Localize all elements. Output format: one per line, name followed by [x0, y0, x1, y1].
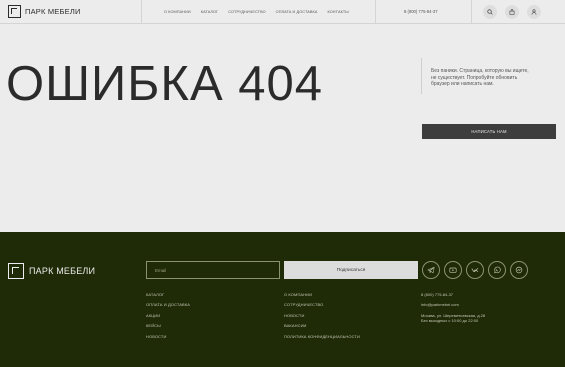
header-divider [375, 0, 376, 24]
error-message: Без паники. Страница, которую вы ищете, … [431, 68, 529, 87]
messenger-link[interactable] [510, 261, 528, 279]
write-us-button[interactable]: НАПИСАТЬ НАМ [422, 124, 556, 139]
telegram-icon [427, 266, 435, 274]
footer-link-payment[interactable]: ОПЛАТА И ДОСТАВКА [146, 302, 190, 307]
email-input[interactable] [146, 261, 280, 279]
footer-link-about[interactable]: О КОМПАНИИ [284, 292, 360, 297]
message-divider [421, 58, 422, 94]
footer-logo[interactable]: ПАРК МЕБЕЛИ [8, 263, 95, 279]
telegram-link[interactable] [422, 261, 440, 279]
footer-link-promotions[interactable]: АКЦИИ [146, 313, 190, 318]
whatsapp-icon [494, 266, 501, 274]
logo[interactable]: ПАРК МЕБЕЛИ [8, 5, 81, 18]
footer-phone[interactable]: 8 (800) 775-84-37 [421, 292, 485, 297]
footer-link-news[interactable]: НОВОСТИ [146, 334, 190, 339]
footer-link-privacy[interactable]: ПОЛИТИКА КОНФИДЕНЦИАЛЬНОСТИ [284, 334, 360, 339]
footer-logo-text: ПАРК МЕБЕЛИ [29, 266, 96, 276]
logo-mark-icon [8, 5, 21, 18]
header-phone[interactable]: 8 (800) 775-84-37 [404, 9, 438, 14]
vk-link[interactable] [466, 261, 484, 279]
logo-text: ПАРК МЕБЕЛИ [25, 7, 81, 16]
youtube-icon [449, 267, 457, 273]
main-nav: О КОМПАНИИ КАТАЛОГ СОТРУДНИЧЕСТВО ОПЛАТА… [164, 0, 349, 24]
footer-contacts: 8 (800) 775-84-37 info@parkmebel.com Мос… [421, 292, 485, 323]
cart-button[interactable] [505, 5, 519, 19]
footer-link-catalog[interactable]: КАТАЛОГ [146, 292, 190, 297]
search-icon [487, 9, 493, 15]
error-title: ОШИБКА 404 [6, 57, 323, 111]
header-divider [471, 0, 472, 24]
footer-links-catalog: КАТАЛОГ ОПЛАТА И ДОСТАВКА АКЦИИ КЕЙСЫ НО… [146, 292, 190, 339]
footer-link-cases[interactable]: КЕЙСЫ [146, 323, 190, 328]
whatsapp-link[interactable] [488, 261, 506, 279]
header-divider [141, 0, 142, 24]
nav-item-catalog[interactable]: КАТАЛОГ [201, 10, 218, 14]
footer-link-cooperation[interactable]: СОТРУДНИЧЕСТВО [284, 302, 360, 307]
nav-item-contacts[interactable]: КОНТАКТЫ [327, 10, 348, 14]
site-header: ПАРК МЕБЕЛИ О КОМПАНИИ КАТАЛОГ СОТРУДНИЧ… [0, 0, 565, 24]
footer-hours: Без выходных с 10:00 до 22:00 [421, 317, 479, 323]
messenger-icon [515, 266, 523, 274]
youtube-link[interactable] [444, 261, 462, 279]
footer-link-vacancies[interactable]: ВАКАНСИИ [284, 323, 360, 328]
site-footer: ПАРК МЕБЕЛИ Подписаться КАТАЛОГ ОПЛАТА И… [0, 232, 565, 367]
nav-item-cooperation[interactable]: СОТРУДНИЧЕСТВО [228, 10, 265, 14]
search-button[interactable] [483, 5, 497, 19]
nav-item-payment[interactable]: ОПЛАТА И ДОСТАВКА [276, 10, 318, 14]
nav-item-about[interactable]: О КОМПАНИИ [164, 10, 191, 14]
user-icon [531, 9, 537, 15]
footer-links-company: О КОМПАНИИ СОТРУДНИЧЕСТВО НОВОСТИ ВАКАНС… [284, 292, 360, 339]
footer-link-news[interactable]: НОВОСТИ [284, 313, 360, 318]
vk-icon [471, 268, 479, 273]
cart-icon [509, 9, 515, 15]
subscribe-button[interactable]: Подписаться [284, 261, 418, 279]
logo-mark-icon [8, 263, 24, 279]
footer-email[interactable]: info@parkmebel.com [421, 302, 485, 307]
user-button[interactable] [527, 5, 541, 19]
